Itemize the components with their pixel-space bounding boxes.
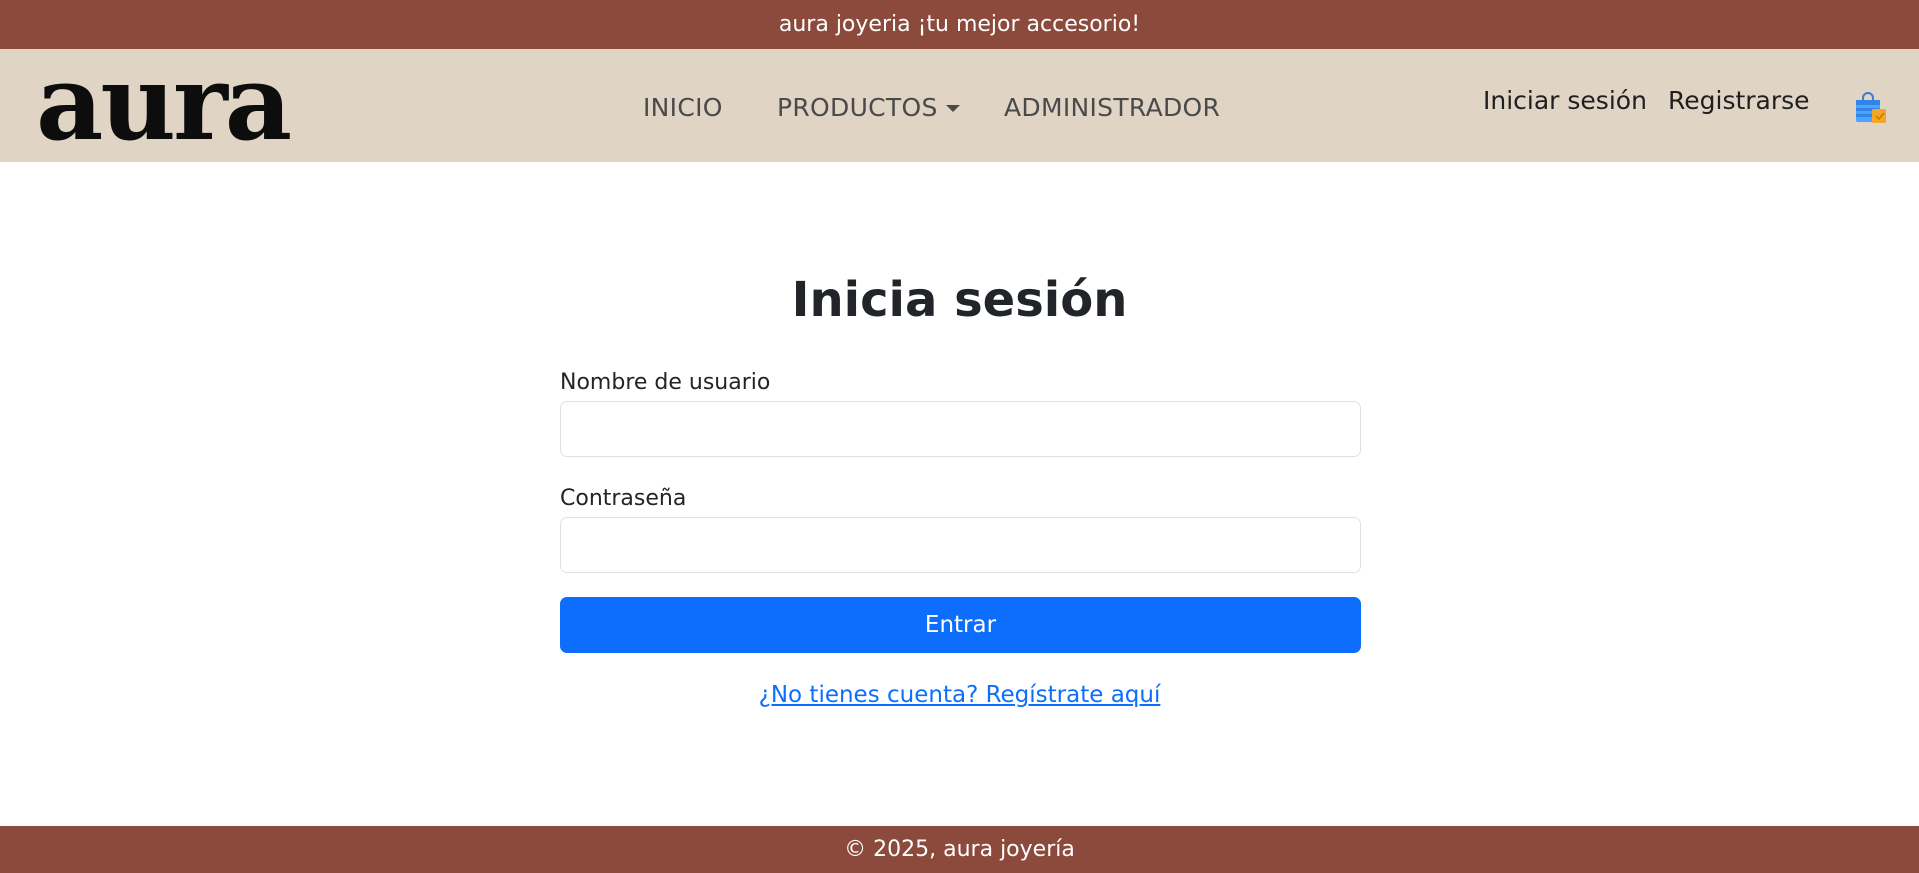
cart-button[interactable] <box>1852 89 1888 125</box>
submit-button[interactable]: Entrar <box>560 597 1361 653</box>
username-input[interactable] <box>560 401 1361 457</box>
password-input[interactable] <box>560 517 1361 573</box>
nav-productos-label: PRODUCTOS <box>777 93 938 122</box>
nav-inicio[interactable]: INICIO <box>643 93 723 122</box>
nav-productos-dropdown[interactable]: PRODUCTOS <box>777 93 960 122</box>
register-prompt: ¿No tienes cuenta? Regístrate aquí <box>0 682 1919 708</box>
shopping-bag-icon <box>1856 92 1886 123</box>
footer: © 2025, aura joyería <box>0 826 1919 873</box>
navbar: aura INICIO PRODUCTOS ADMINISTRADOR Inic… <box>0 49 1919 162</box>
page-title: Inicia sesión <box>791 272 1128 328</box>
announcement-text: aura joyeria ¡tu mejor accesorio! <box>778 12 1141 37</box>
login-link[interactable]: Iniciar sesión <box>1483 86 1647 115</box>
caret-down-icon <box>945 105 960 112</box>
username-label: Nombre de usuario <box>560 370 771 395</box>
register-link[interactable]: Registrarse <box>1668 86 1810 115</box>
register-here-link[interactable]: ¿No tienes cuenta? Regístrate aquí <box>759 682 1161 708</box>
nav-administrador[interactable]: ADMINISTRADOR <box>1004 93 1220 122</box>
password-label: Contraseña <box>560 486 687 511</box>
footer-text: © 2025, aura joyería <box>844 837 1075 862</box>
